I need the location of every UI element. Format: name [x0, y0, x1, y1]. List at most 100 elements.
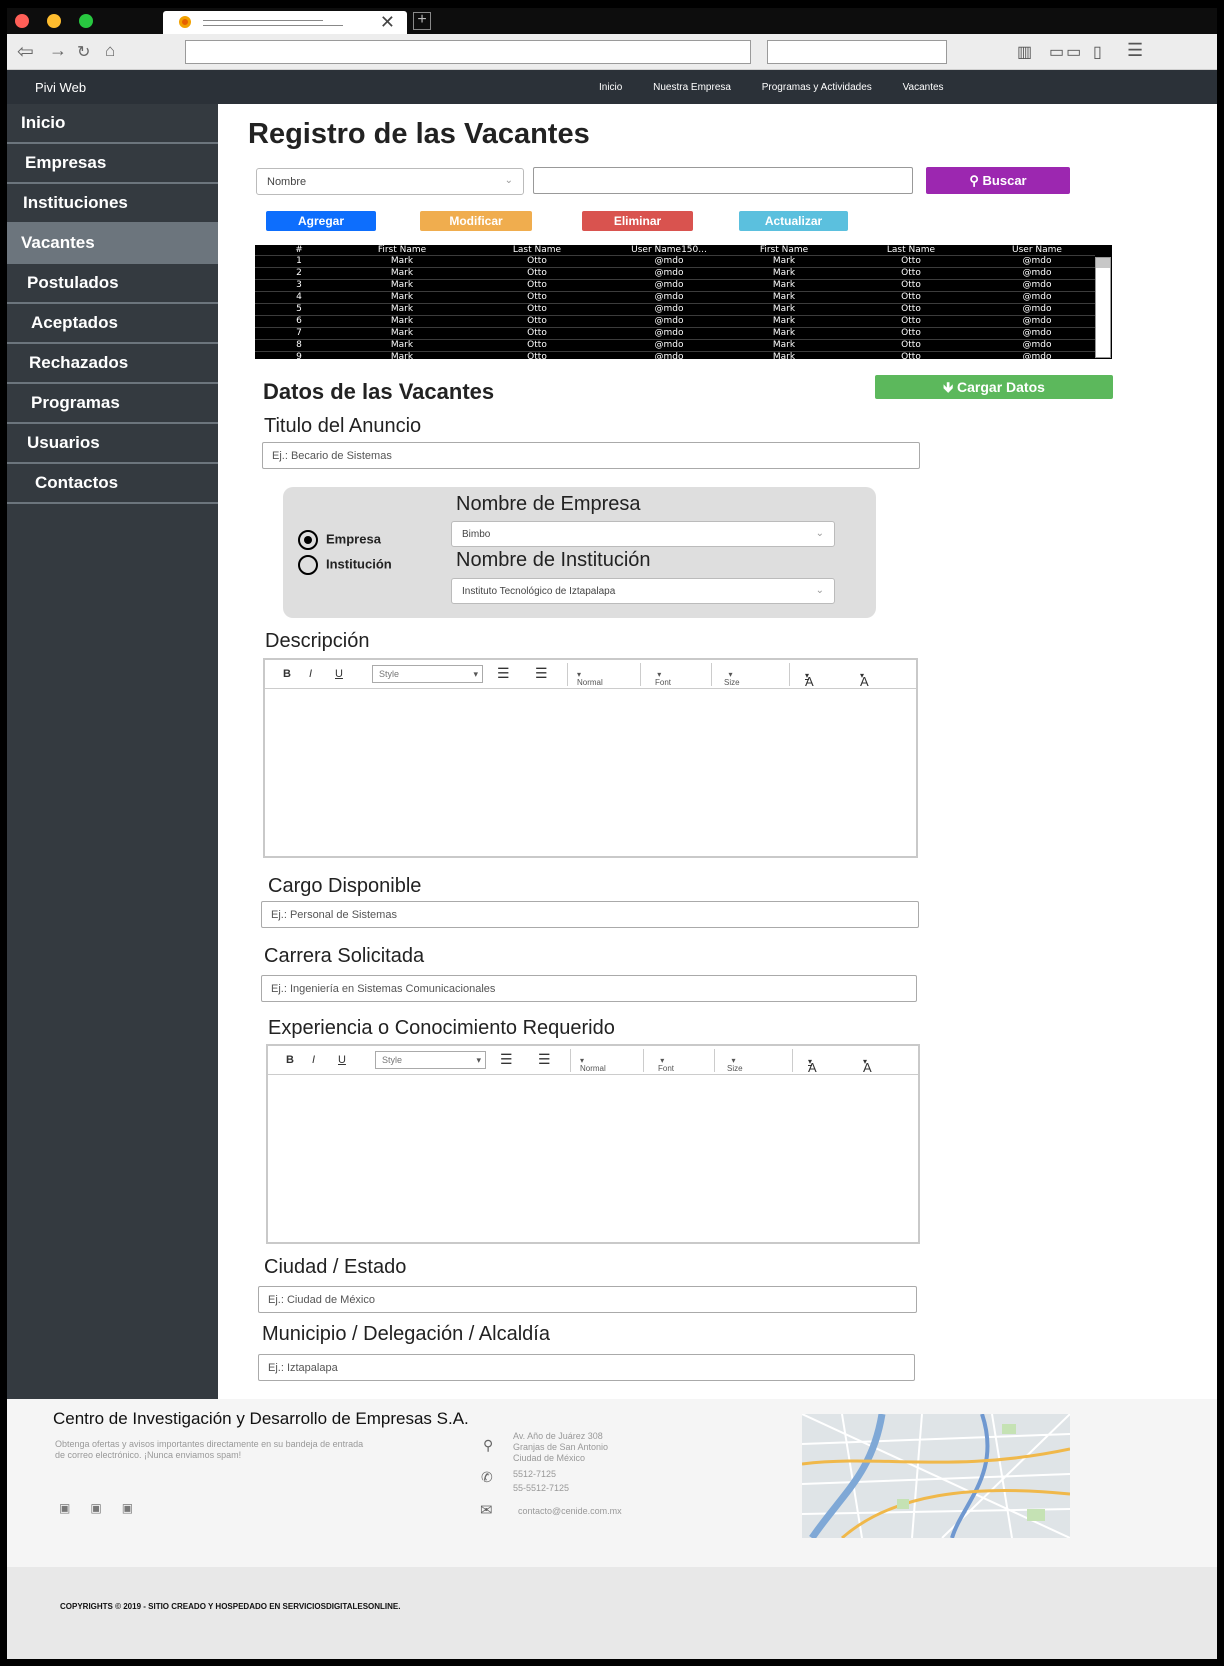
column-header[interactable]: Last Name [843, 245, 979, 256]
sidebar-item-empresas[interactable]: Empresas [7, 144, 218, 184]
sidebar-item-inicio[interactable]: Inicio [7, 104, 218, 144]
ciudad-input[interactable]: Ej.: Ciudad de México [258, 1286, 917, 1313]
search-field-select[interactable]: Nombre ⌄ [256, 168, 524, 195]
sidebar-item-usuarios[interactable]: Usuarios [7, 424, 218, 464]
table-row[interactable]: 5 Mark Otto @mdo Mark Otto @mdo [255, 303, 1095, 316]
experiencia-textarea[interactable] [268, 1075, 918, 1243]
twitter-icon[interactable]: ▣ [122, 1501, 153, 1515]
facebook-icon[interactable]: ▣ [59, 1501, 90, 1515]
format-dropdown[interactable]: Normal ▾ [580, 1056, 606, 1073]
chevron-down-icon: ⌄ [504, 175, 513, 186]
underline-button[interactable]: U [335, 668, 343, 680]
italic-button[interactable]: I [312, 1054, 315, 1066]
close-window-icon[interactable] [15, 14, 29, 28]
edit-button[interactable]: Modificar [420, 211, 532, 231]
bold-button[interactable]: B [286, 1054, 294, 1066]
radio-checked-icon [298, 530, 318, 550]
back-icon[interactable]: ⇦ [17, 39, 34, 64]
search-button[interactable]: ⚲ Buscar [926, 167, 1070, 194]
table-cell: Otto [461, 351, 613, 359]
column-header[interactable]: First Name [725, 245, 843, 256]
search-input[interactable] [533, 167, 913, 194]
table-row[interactable]: 7 Mark Otto @mdo Mark Otto @mdo [255, 327, 1095, 340]
new-tab-icon[interactable]: + [413, 12, 431, 30]
table-row[interactable]: 6 Mark Otto @mdo Mark Otto @mdo [255, 315, 1095, 328]
menu-icon[interactable]: ☰ [1127, 40, 1145, 61]
radio-empresa[interactable]: Empresa [298, 530, 381, 550]
table-row[interactable]: 1 Mark Otto @mdo Mark Otto @mdo [255, 255, 1095, 268]
nav-link-vacantes[interactable]: Vacantes [903, 82, 944, 93]
size-dropdown[interactable]: Size ▾ [724, 670, 740, 687]
sidebar-item-contactos[interactable]: Contactos [7, 464, 218, 504]
library-icon[interactable]: ▥ [1017, 42, 1034, 62]
carrera-input[interactable]: Ej.: Ingeniería en Sistemas Comunicacion… [261, 975, 917, 1002]
font-dropdown[interactable]: Font ▾ [658, 1056, 674, 1073]
site-brand[interactable]: Pivi Web [35, 80, 86, 95]
table-row[interactable]: 2 Mark Otto @mdo Mark Otto @mdo [255, 267, 1095, 280]
font-dropdown[interactable]: Font ▾ [655, 670, 671, 687]
sidebar-item-postulados[interactable]: Postulados [7, 264, 218, 304]
column-header[interactable]: First Name [343, 245, 461, 256]
reload-icon[interactable]: ↻ [77, 42, 90, 62]
youtube-icon[interactable]: ▣ [90, 1501, 121, 1515]
italic-button[interactable]: I [309, 668, 312, 680]
descripcion-textarea[interactable] [265, 689, 916, 857]
nav-link-empresa[interactable]: Nuestra Empresa [653, 82, 731, 93]
refresh-button[interactable]: Actualizar [739, 211, 848, 231]
cargo-input[interactable]: Ej.: Personal de Sistemas [261, 901, 919, 928]
ordered-list-icon[interactable]: ☰ [500, 1051, 513, 1068]
format-dropdown[interactable]: Normal ▾ [577, 670, 603, 687]
scrollbar-thumb[interactable] [1096, 258, 1110, 268]
sidebar-item-vacantes[interactable]: Vacantes [7, 224, 218, 264]
style-dropdown[interactable]: Style ▾ [375, 1051, 486, 1069]
municipio-input[interactable]: Ej.: Iztapalapa [258, 1354, 915, 1381]
column-header[interactable]: # [255, 245, 343, 256]
style-dropdown[interactable]: Style ▾ [372, 665, 483, 683]
text-color-button[interactable]: A ▾ [805, 666, 814, 689]
table-cell: @mdo [979, 303, 1095, 316]
browser-tab[interactable]: ✕ [163, 11, 407, 34]
maximize-window-icon[interactable] [79, 14, 93, 28]
column-header[interactable]: Last Name [461, 245, 613, 256]
home-icon[interactable]: ⌂ [105, 41, 115, 61]
unordered-list-icon[interactable]: ☰ [535, 665, 548, 682]
table-row[interactable]: 4 Mark Otto @mdo Mark Otto @mdo [255, 291, 1095, 304]
table-row[interactable]: 8 Mark Otto @mdo Mark Otto @mdo [255, 339, 1095, 352]
size-dropdown[interactable]: Size ▾ [727, 1056, 743, 1073]
column-header[interactable]: User Name150... [613, 245, 725, 256]
ordered-list-icon[interactable]: ☰ [497, 665, 510, 682]
text-color-button[interactable]: A ▾ [808, 1052, 817, 1075]
table-cell: Mark [725, 315, 843, 328]
delete-button[interactable]: Eliminar [582, 211, 693, 231]
nav-link-inicio[interactable]: Inicio [599, 82, 622, 93]
bold-button[interactable]: B [283, 668, 291, 680]
background-color-button[interactable]: A ▾ [860, 666, 869, 689]
address-bar[interactable] [185, 40, 751, 64]
load-data-button[interactable]: 🡻 Cargar Datos [875, 375, 1113, 399]
titulo-input[interactable]: Ej.: Becario de Sistemas [262, 442, 920, 469]
add-button[interactable]: Agregar [266, 211, 376, 231]
table-row[interactable]: 3 Mark Otto @mdo Mark Otto @mdo [255, 279, 1095, 292]
sidebar-item-instituciones[interactable]: Instituciones [7, 184, 218, 224]
column-header[interactable]: User Name [979, 245, 1095, 256]
table-scrollbar[interactable] [1095, 257, 1111, 358]
sidebar-item-aceptados[interactable]: Aceptados [7, 304, 218, 344]
empresa-select[interactable]: Bimbo ⌄ [451, 521, 835, 547]
close-tab-icon[interactable]: ✕ [380, 12, 395, 33]
location-map[interactable] [802, 1414, 1070, 1538]
sidebar-item-programas[interactable]: Programas [7, 384, 218, 424]
reader-icon[interactable]: ▭▭ [1049, 42, 1083, 62]
browser-search-box[interactable] [767, 40, 947, 64]
forward-icon[interactable]: → [49, 40, 67, 61]
footer-email[interactable]: contacto@cenide.com.mx [518, 1506, 622, 1517]
sidebar-toggle-icon[interactable]: ▯ [1093, 42, 1104, 62]
sidebar-item-rechazados[interactable]: Rechazados [7, 344, 218, 384]
institucion-select[interactable]: Instituto Tecnológico de Iztapalapa ⌄ [451, 578, 835, 604]
underline-button[interactable]: U [338, 1054, 346, 1066]
minimize-window-icon[interactable] [47, 14, 61, 28]
nav-link-programas[interactable]: Programas y Actividades [762, 82, 872, 93]
unordered-list-icon[interactable]: ☰ [538, 1051, 551, 1068]
radio-institucion[interactable]: Institución [298, 555, 392, 575]
table-row[interactable]: 9 Mark Otto @mdo Mark Otto @mdo [255, 351, 1095, 359]
background-color-button[interactable]: A ▾ [863, 1052, 872, 1075]
